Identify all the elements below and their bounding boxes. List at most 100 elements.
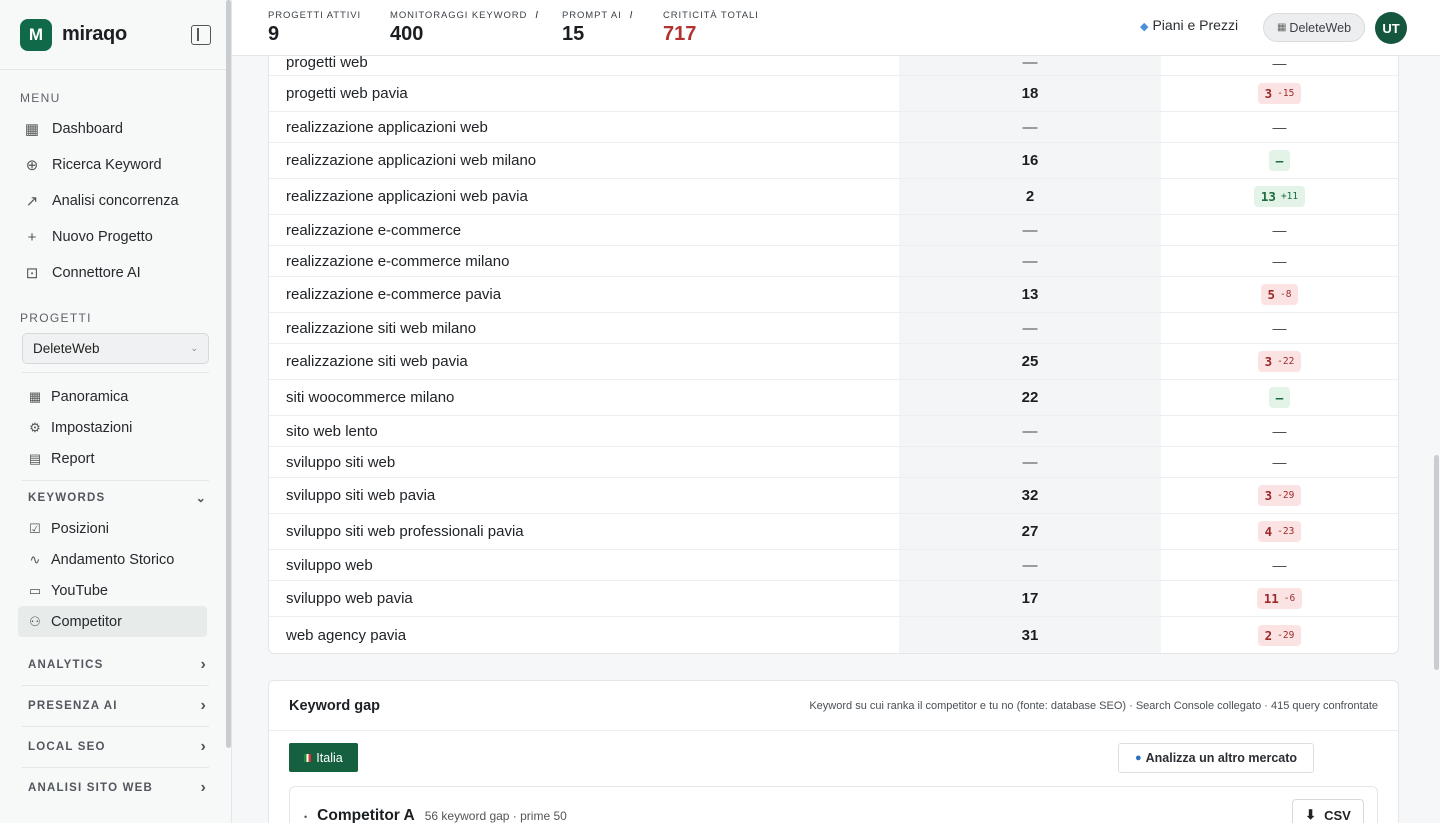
projects-section-label: PROGETTI: [20, 311, 92, 325]
menu-item-ricerca-keyword[interactable]: ⊕ Ricerca Keyword: [0, 147, 231, 183]
position-cell: —: [899, 416, 1161, 446]
stat-label-text: CRITICITÀ TOTALI: [663, 10, 759, 21]
table-row[interactable]: realizzazione e-commerce — —: [269, 215, 1398, 246]
stat-value: 15: [562, 23, 585, 45]
competitor-value: —: [1272, 454, 1287, 470]
menu-item-analisi-concorrenza[interactable]: ↗ Analisi concorrenza: [0, 183, 231, 219]
competitor-cell: 3 -29: [1161, 485, 1398, 506]
sidebar-scrollbar[interactable]: [226, 0, 231, 748]
project-pill[interactable]: ▦ DeleteWeb: [1263, 13, 1365, 42]
info-icon[interactable]: i: [535, 10, 539, 21]
table-row[interactable]: progetti web pavia 18 3 -15: [269, 76, 1398, 112]
project-item-report[interactable]: ▤ Report: [0, 443, 231, 474]
group-local-seo[interactable]: LOCAL SEO ›: [0, 727, 231, 767]
project-item-impostazioni[interactable]: ⚙ Impostazioni: [0, 412, 231, 443]
group-analytics[interactable]: ANALYTICS ›: [0, 645, 231, 685]
keyword-cell: realizzazione e-commerce milano: [286, 252, 510, 270]
project-item-panoramica[interactable]: ▦ Panoramica: [0, 381, 231, 412]
table-row[interactable]: web agency pavia 31 2 -29: [269, 617, 1398, 653]
ranking-table: progetti web — — progetti web pavia 18 3 -15 re…: [268, 56, 1399, 654]
market-italia-button[interactable]: Italia: [289, 743, 358, 772]
csv-download-button[interactable]: ⬇ CSV: [1292, 799, 1364, 823]
project-select-value: DeleteWeb: [33, 341, 100, 356]
project-select[interactable]: DeleteWeb ⌄: [22, 333, 209, 364]
position-cell: —: [899, 56, 1161, 75]
keyword-item-posizioni[interactable]: ☑ Posizioni: [0, 513, 231, 544]
group-analisi-sito-web[interactable]: ANALISI SITO WEB ›: [0, 768, 231, 808]
position-badge: 3 -22: [1257, 351, 1302, 372]
group-keywords[interactable]: KEYWORDS ⌄: [0, 483, 231, 513]
badge-delta: -29: [1277, 490, 1295, 501]
table-row[interactable]: sviluppo siti web pavia 32 3 -29: [269, 478, 1398, 514]
table-row[interactable]: sviluppo web pavia 17 11 -6: [269, 581, 1398, 617]
stat-label-text: PROGETTI ATTIVI: [268, 10, 362, 21]
other-market-label: Analizza un altro mercato: [1145, 751, 1298, 765]
position-badge: 3 -15: [1257, 83, 1302, 104]
table-row[interactable]: realizzazione applicazioni web — —: [269, 112, 1398, 143]
dashboard-icon: ▦: [24, 121, 40, 138]
badge-delta: -29: [1277, 629, 1295, 641]
analyze-other-market-button[interactable]: ● Analizza un altro mercato: [1118, 743, 1314, 773]
plans-label: Piani e Prezzi: [1152, 17, 1239, 33]
menu-item-dashboard[interactable]: ▦ Dashboard: [0, 111, 231, 147]
table-row[interactable]: realizzazione siti web milano — —: [269, 313, 1398, 344]
stat-label-text: PROMPT AI: [562, 10, 622, 21]
main-scrollbar[interactable]: [1434, 455, 1439, 670]
table-row[interactable]: progetti web — —: [269, 56, 1398, 76]
ricerca-keyword-icon: ⊕: [25, 157, 39, 174]
stat-value: 717: [663, 23, 697, 45]
badge-value: 2: [1264, 627, 1273, 643]
menu-item-connettore-ai[interactable]: ⊡ Connettore AI: [0, 255, 231, 291]
project-item-label: Impostazioni: [51, 419, 133, 436]
table-row[interactable]: sviluppo siti web — —: [269, 447, 1398, 478]
table-row[interactable]: sviluppo siti web professionali pavia 27 4…: [269, 514, 1398, 550]
badge-value: 11: [1263, 591, 1279, 606]
badge-value: –: [1275, 390, 1284, 405]
table-row[interactable]: realizzazione e-commerce milano — —: [269, 246, 1398, 277]
table-row[interactable]: realizzazione applicazioni web pavia 2 13 +…: [269, 179, 1398, 215]
badge-delta: -8: [1280, 289, 1292, 300]
impostazioni-icon: ⚙: [29, 419, 41, 435]
group-presenza-ai[interactable]: PRESENZA AI ›: [0, 686, 231, 726]
table-row[interactable]: realizzazione siti web pavia 25 3 -22: [269, 344, 1398, 380]
table-row[interactable]: sito web lento — —: [269, 416, 1398, 447]
table-row[interactable]: realizzazione applicazioni web milano 16 –: [269, 143, 1398, 179]
keyword-item-youtube[interactable]: ▭ YouTube: [0, 575, 231, 606]
competitor-cell: —: [1161, 253, 1398, 269]
keyword-cell: realizzazione applicazioni web: [286, 118, 488, 136]
competitor-header[interactable]: • Competitor A 56 keyword gap · prime 50: [304, 807, 567, 823]
sidebar-toggle-icon[interactable]: [191, 24, 211, 45]
table-row[interactable]: siti woocommerce milano 22 –: [269, 380, 1398, 416]
position-badge: 11 -6: [1256, 588, 1303, 609]
keyword-item-competitor[interactable]: ⚇ Competitor: [18, 606, 207, 637]
competitor-cell: –: [1161, 150, 1398, 171]
stat-3: CRITICITÀ TOTALI 717: [663, 10, 759, 46]
badge-delta: -23: [1277, 526, 1295, 537]
table-row[interactable]: sviluppo web — —: [269, 550, 1398, 581]
plans-link[interactable]: ◆ Piani e Prezzi: [1140, 17, 1238, 33]
keyword-item-label: Posizioni: [51, 520, 110, 537]
keyword-item-label: YouTube: [51, 582, 108, 599]
chevron-right-icon: ›: [200, 656, 207, 673]
competitor-cell: 3 -22: [1161, 351, 1398, 372]
competitor-cell: 5 -8: [1161, 284, 1398, 305]
avatar[interactable]: UT: [1375, 12, 1407, 44]
competitor-value: —: [1272, 320, 1287, 336]
competitor-value: —: [1272, 56, 1287, 71]
keyword-cell: progetti web: [286, 56, 368, 71]
table-row[interactable]: realizzazione e-commerce pavia 13 5 -8: [269, 277, 1398, 313]
position-badge: 13 +11: [1253, 186, 1306, 207]
keyword-item-andamento-storico[interactable]: ∿ Andamento Storico: [0, 544, 231, 575]
info-icon[interactable]: i: [630, 10, 634, 21]
stat-label: MONITORAGGI KEYWORD i: [390, 10, 539, 21]
keyword-cell: sito web lento: [286, 422, 378, 440]
chevron-down-icon: ⌄: [195, 491, 207, 505]
position-cell: —: [899, 550, 1161, 580]
competitor-cell: —: [1161, 320, 1398, 336]
competitor-value: —: [1272, 557, 1287, 573]
stat-value: 400: [390, 23, 424, 45]
keyword-cell: realizzazione applicazioni web milano: [286, 152, 537, 169]
competitor-value: —: [1272, 423, 1287, 439]
keyword-cell: sviluppo web pavia: [286, 590, 413, 607]
menu-item-nuovo-progetto[interactable]: + Nuovo Progetto: [0, 219, 231, 255]
